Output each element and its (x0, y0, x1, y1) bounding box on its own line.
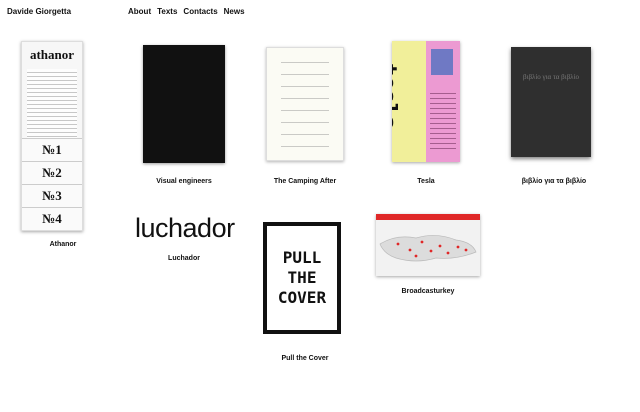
broadcasturkey-caption[interactable]: Broadcasturkey (402, 288, 455, 295)
turkey-map-image (379, 235, 477, 262)
tesla-caption[interactable]: Tesla (417, 178, 434, 185)
vivlio-cover-text: βιβλίο για τα βιβλίο (523, 73, 579, 81)
vivlio-thumbnail[interactable]: βιβλίο για τα βιβλίο (511, 47, 591, 157)
main-nav: About Texts Contacts News (128, 7, 245, 16)
tesla-text-lines (430, 89, 456, 151)
pull-the-cover-thumbnail[interactable]: PULL THE COVER (263, 222, 341, 334)
site-title[interactable]: Davide Giorgetta (7, 7, 71, 16)
athanor-cover-title: athanor (29, 47, 75, 62)
pull-cover-line-2: THE (287, 268, 317, 287)
camping-after-text-lines (281, 54, 329, 154)
broadcasturkey-thumbnail[interactable] (376, 214, 480, 276)
athanor-issue-2: №2 (22, 161, 82, 184)
visual-engineers-caption[interactable]: Visual engineers (156, 178, 212, 185)
pull-cover-line-1: PULL (282, 248, 322, 267)
nav-news[interactable]: News (224, 7, 245, 16)
nav-texts[interactable]: Texts (157, 7, 177, 16)
luchador-logo[interactable]: luchador (135, 213, 235, 247)
pull-cover-line-3: COVER (277, 288, 327, 307)
visual-engineers-thumbnail[interactable]: visual engineers (143, 45, 225, 163)
tesla-portrait-image (431, 49, 453, 75)
nav-about[interactable]: About (128, 7, 151, 16)
athanor-issue-4: №4 (22, 207, 82, 230)
tesla-thumbnail[interactable]: tesla (392, 41, 460, 162)
athanor-issue-3: №3 (22, 184, 82, 207)
athanor-caption[interactable]: Athanor (50, 241, 77, 248)
visual-engineers-cover-text: visual engineers (143, 45, 225, 88)
camping-after-thumbnail[interactable] (266, 47, 344, 161)
athanor-thumbnail[interactable]: athanor №1 №2 №3 №4 (21, 41, 83, 231)
tesla-cover-text: tesla (392, 63, 400, 130)
pull-the-cover-caption[interactable]: Pull the Cover (281, 355, 328, 362)
vivlio-caption[interactable]: βιβλίο για τα βιβλίο (522, 178, 586, 185)
luchador-caption[interactable]: Luchador (168, 255, 200, 262)
nav-contacts[interactable]: Contacts (183, 7, 217, 16)
camping-after-caption[interactable]: The Camping After (274, 178, 336, 185)
athanor-issue-1: №1 (22, 138, 82, 161)
